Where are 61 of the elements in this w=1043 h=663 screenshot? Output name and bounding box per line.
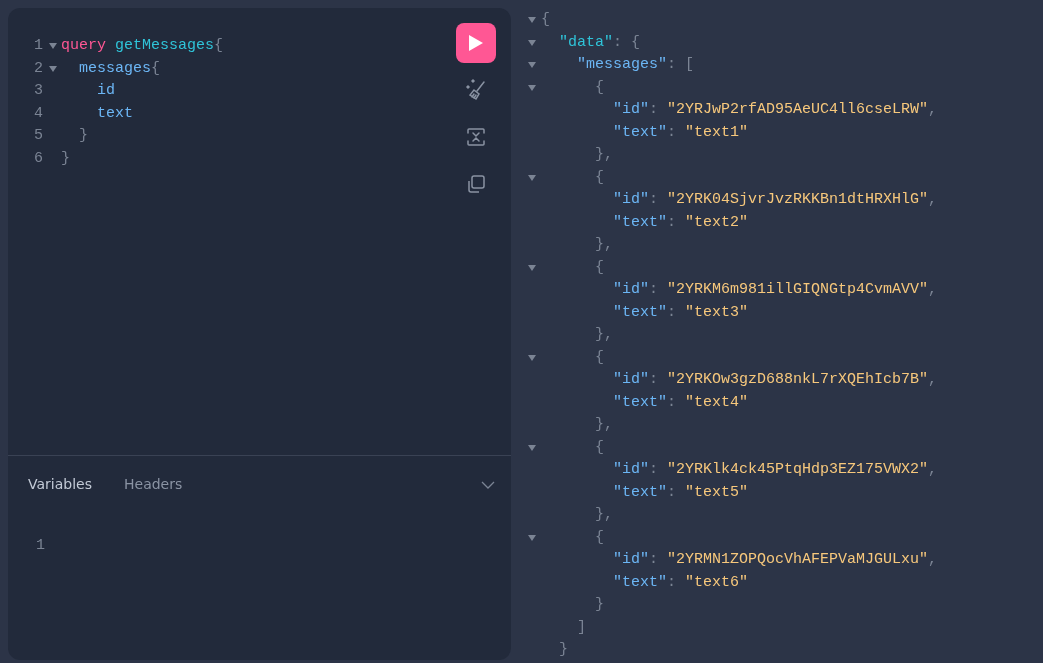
code-line: } (594, 595, 604, 615)
code-line: }, (594, 235, 613, 255)
collapse-frame-icon (465, 126, 487, 148)
chevron-down-icon[interactable] (481, 480, 495, 489)
code-line: "text": "text6" (612, 572, 749, 593)
code-line: { (594, 527, 604, 548)
code-line: messages{ (78, 58, 161, 79)
code-line: query getMessages{ (61, 36, 224, 56)
fold-arrow-icon[interactable] (528, 83, 536, 92)
fold-arrow-icon[interactable] (528, 38, 536, 47)
code-line: { (594, 347, 604, 368)
line-number: 6 (34, 148, 44, 169)
code-line: } (61, 148, 70, 169)
code-line: text (96, 103, 133, 124)
code-line: "id": "2YRKM6m981illGIQNGtp4CvmAVV", (612, 280, 938, 300)
code-line: } (78, 126, 88, 146)
play-icon (468, 34, 484, 52)
editor-tab[interactable]: Variables (20, 470, 100, 499)
fold-arrow-icon[interactable] (528, 16, 536, 25)
fold-arrow-icon[interactable] (528, 533, 536, 542)
magic-broom-icon (464, 78, 488, 102)
code-line: "text": "text1" (612, 122, 749, 143)
fold-arrow-icon[interactable] (528, 263, 536, 272)
line-number: 2 (34, 58, 44, 79)
code-line: "text": "text3" (612, 302, 749, 323)
code-line: }, (594, 505, 613, 525)
code-line: "text": "text2" (612, 212, 749, 233)
code-line: "id": "2YRKOw3gzD688nkL7rXQEhIcb7B", (612, 370, 938, 390)
line-number: 5 (34, 126, 44, 146)
fold-arrow-icon[interactable] (528, 443, 536, 452)
editor-tab[interactable]: Headers (116, 470, 191, 499)
code-line: }, (594, 145, 613, 165)
copy-icon (465, 173, 487, 195)
fold-arrow-icon[interactable] (528, 353, 536, 362)
fold-arrow-icon[interactable] (528, 61, 536, 70)
code-line: }, (594, 325, 613, 345)
line-number: 1 (36, 536, 45, 556)
code-line: "id": "2YRKlk4ck45PtqHdp3EZ175VWX2", (612, 460, 938, 480)
run-button[interactable] (456, 23, 496, 63)
code-line: }, (594, 415, 613, 435)
fold-arrow-icon[interactable] (48, 42, 57, 51)
code-line: { (594, 167, 604, 188)
code-line: "data": { (558, 32, 641, 53)
line-number: 4 (34, 103, 44, 124)
code-line: "text": "text4" (612, 392, 749, 413)
fold-arrow-icon[interactable] (528, 173, 536, 182)
fold-arrow-icon[interactable] (48, 64, 57, 73)
code-line: "text": "text5" (612, 482, 749, 503)
code-line: "id": "2YRMN1ZOPQocVhAFEPVaMJGULxu", (612, 550, 938, 570)
code-line: "id": "2YRJwP2rfAD95AeUC4ll6cseLRW", (612, 100, 938, 120)
code-line: { (594, 257, 604, 278)
line-number: 3 (34, 81, 44, 101)
code-line: ] (576, 617, 586, 638)
code-line: } (558, 640, 568, 660)
line-number: 1 (34, 36, 44, 56)
code-line: { (594, 77, 604, 98)
code-line: "messages": [ (576, 55, 695, 75)
code-line: { (541, 10, 550, 30)
code-line: "id": "2YRK04SjvrJvzRKKBn1dtHRXHlG", (612, 190, 938, 210)
code-line: { (594, 437, 604, 458)
code-line: id (96, 81, 115, 101)
